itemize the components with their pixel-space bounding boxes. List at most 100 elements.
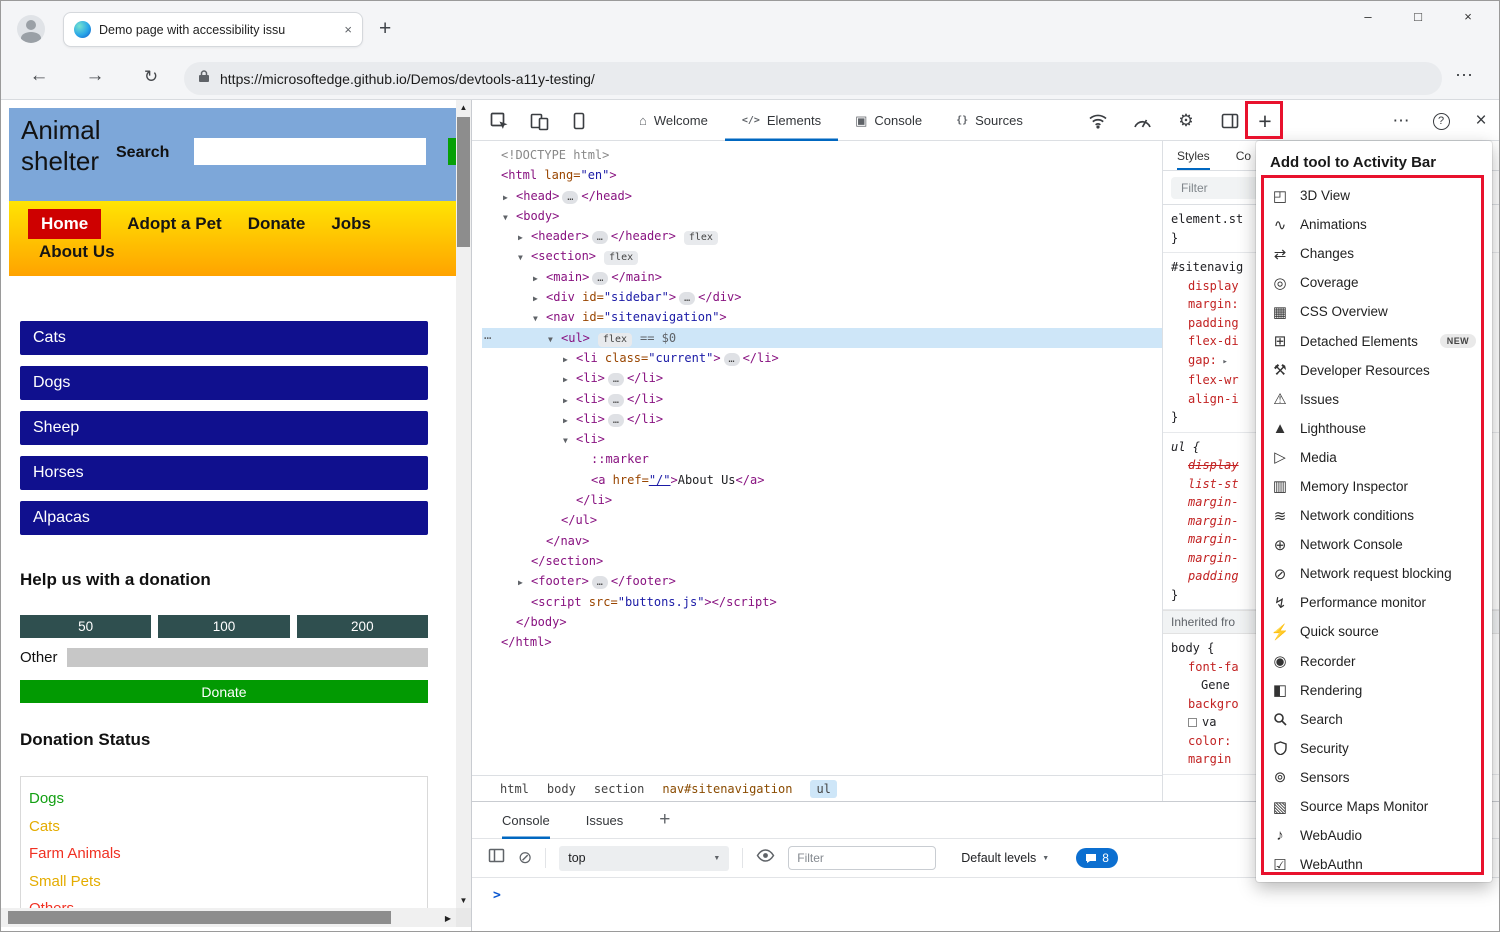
horses-button[interactable]: Horses <box>20 456 428 490</box>
minimize-button[interactable]: – <box>1343 9 1393 24</box>
dom-tree-row[interactable]: <a href="/">About Us</a> <box>482 470 1162 490</box>
collapsed-content-icon[interactable]: … <box>608 394 624 407</box>
nav-item-about-us[interactable]: About Us <box>39 242 115 261</box>
dom-tree-row[interactable]: ::marker <box>482 449 1162 469</box>
search-input[interactable] <box>194 138 426 165</box>
menu-item-webaudio[interactable]: ♪WebAudio <box>1256 821 1492 850</box>
dom-tree-row[interactable]: ▶<li>…</li> <box>482 368 1162 388</box>
browser-more-icon[interactable]: ⋯ <box>1455 65 1473 86</box>
inspect-icon[interactable] <box>486 108 512 134</box>
alpacas-button[interactable]: Alpacas <box>20 501 428 535</box>
dom-tree-row[interactable]: ▼<section>flex <box>482 246 1162 266</box>
nav-item-home[interactable]: Home <box>28 209 101 239</box>
devtools-tab-welcome[interactable]: ⌂Welcome <box>622 100 725 141</box>
flex-badge[interactable]: flex <box>598 333 632 347</box>
devtools-tab-elements[interactable]: </>Elements <box>725 100 838 141</box>
dom-tree-row[interactable]: ▼<nav id="sitenavigation"> <box>482 307 1162 327</box>
nav-item-jobs[interactable]: Jobs <box>331 214 371 234</box>
tab-close-icon[interactable]: × <box>344 22 352 37</box>
dom-tree-row[interactable]: ▶<head>…</head> <box>482 186 1162 206</box>
breadcrumb-ul[interactable]: ul <box>810 780 836 798</box>
other-amount-input[interactable] <box>67 648 428 667</box>
menu-item-quick-source[interactable]: ⚡Quick source <box>1256 617 1492 646</box>
dom-tree-row[interactable]: </html> <box>482 632 1162 652</box>
menu-item-issues[interactable]: ⚠Issues <box>1256 385 1492 414</box>
collapsed-content-icon[interactable]: … <box>592 231 608 244</box>
breadcrumb-section[interactable]: section <box>594 782 645 796</box>
lock-icon[interactable] <box>198 69 210 88</box>
dom-tree-row[interactable]: <!DOCTYPE html> <box>482 145 1162 165</box>
menu-item-animations[interactable]: ∿Animations <box>1256 210 1492 239</box>
device-emulation-icon[interactable] <box>526 108 552 134</box>
console-tab-console[interactable]: Console <box>502 802 550 839</box>
collapsed-content-icon[interactable]: … <box>592 576 608 589</box>
context-selector[interactable]: top▼ <box>559 846 729 871</box>
menu-item-css-overview[interactable]: ▦CSS Overview <box>1256 297 1492 326</box>
menu-item-source-maps-monitor[interactable]: ▧Source Maps Monitor <box>1256 792 1492 821</box>
devtools-help-icon[interactable]: ? <box>1428 108 1454 134</box>
dom-tree-row[interactable]: ▶<li class="current">…</li> <box>482 348 1162 368</box>
dom-tree-row[interactable]: </ul> <box>482 510 1162 530</box>
menu-item-3d-view[interactable]: ◰3D View <box>1256 181 1492 210</box>
breadcrumb-html[interactable]: html <box>500 782 529 796</box>
dom-tree-row[interactable]: ▼<body> <box>482 206 1162 226</box>
menu-item-performance-monitor[interactable]: ↯Performance monitor <box>1256 588 1492 617</box>
horizontal-scroll-thumb[interactable] <box>8 911 391 924</box>
scroll-up-icon[interactable]: ▲ <box>456 103 471 112</box>
checkbox-icon[interactable] <box>1188 718 1197 727</box>
dom-tree-row[interactable]: </li> <box>482 490 1162 510</box>
console-sidebar-icon[interactable] <box>488 848 505 868</box>
scroll-down-icon[interactable]: ▼ <box>456 896 471 905</box>
menu-item-network-console[interactable]: ⊕Network Console <box>1256 530 1492 559</box>
network-wifi-icon[interactable] <box>1085 108 1111 134</box>
breadcrumb-nav-sitenavigation[interactable]: nav#sitenavigation <box>662 782 792 796</box>
dom-tree-row[interactable]: ▶<footer>…</footer> <box>482 571 1162 591</box>
styles-tab-styles[interactable]: Styles <box>1177 141 1210 170</box>
dom-tree-row[interactable]: </section> <box>482 551 1162 571</box>
flex-badge[interactable]: flex <box>684 231 718 245</box>
cats-button[interactable]: Cats <box>20 321 428 355</box>
menu-item-rendering[interactable]: ◧Rendering <box>1256 676 1492 705</box>
dom-tree-row[interactable]: ▼<ul>flex== $0 <box>482 328 1162 348</box>
scroll-right-icon[interactable]: ▶ <box>445 914 451 923</box>
dom-tree-row[interactable]: ▶<li>…</li> <box>482 389 1162 409</box>
menu-item-network-conditions[interactable]: ≋Network conditions <box>1256 501 1492 530</box>
amount-200-button[interactable]: 200 <box>297 615 428 638</box>
browser-tab[interactable]: Demo page with accessibility issu × <box>63 12 363 47</box>
console-add-tab-button[interactable]: + <box>659 809 670 831</box>
menu-item-sensors[interactable]: ⊚Sensors <box>1256 763 1492 792</box>
dom-tree-row[interactable]: </nav> <box>482 531 1162 551</box>
nav-item-adopt-a-pet[interactable]: Adopt a Pet <box>127 214 221 234</box>
url-field[interactable]: https://microsoftedge.github.io/Demos/de… <box>184 62 1442 95</box>
styles-tab-co[interactable]: Co <box>1236 141 1251 170</box>
vertical-scroll-thumb[interactable] <box>457 117 470 247</box>
amount-100-button[interactable]: 100 <box>158 615 289 638</box>
sheep-button[interactable]: Sheep <box>20 411 428 445</box>
devtools-tab-sources[interactable]: {}Sources <box>939 100 1040 141</box>
menu-item-coverage[interactable]: ◎Coverage <box>1256 268 1492 297</box>
devtools-tab-console[interactable]: ▣Console <box>838 100 939 141</box>
menu-item-recorder[interactable]: ◉Recorder <box>1256 647 1492 676</box>
flex-badge[interactable]: flex <box>604 251 638 265</box>
donate-button[interactable]: Donate <box>20 680 428 703</box>
collapsed-content-icon[interactable]: … <box>724 353 740 366</box>
devtools-close-icon[interactable]: × <box>1468 108 1494 134</box>
page-horizontal-scrollbar[interactable]: ▶ <box>1 908 456 927</box>
menu-item-security[interactable]: Security <box>1256 734 1492 763</box>
maximize-button[interactable]: □ <box>1393 9 1443 24</box>
issues-count-badge[interactable]: 8 <box>1076 848 1118 868</box>
focus-panel-icon[interactable] <box>566 108 592 134</box>
refresh-button[interactable]: ↻ <box>137 67 165 87</box>
dogs-button[interactable]: Dogs <box>20 366 428 400</box>
search-submit-button[interactable] <box>448 138 456 165</box>
log-levels-selector[interactable]: Default levels▼ <box>961 851 1049 865</box>
window-close-button[interactable]: × <box>1443 9 1493 24</box>
dom-tree-row[interactable]: ▶<li>…</li> <box>482 409 1162 429</box>
menu-item-changes[interactable]: ⇄Changes <box>1256 239 1492 268</box>
nav-item-donate[interactable]: Donate <box>248 214 306 234</box>
menu-item-search[interactable]: Search <box>1256 705 1492 734</box>
dom-tree-row[interactable]: <script src="buttons.js"></script> <box>482 592 1162 612</box>
clear-console-icon[interactable]: ⊘ <box>518 848 532 868</box>
settings-gear-icon[interactable]: ⚙ <box>1173 108 1199 134</box>
menu-item-webauthn[interactable]: ☑WebAuthn <box>1256 850 1492 879</box>
